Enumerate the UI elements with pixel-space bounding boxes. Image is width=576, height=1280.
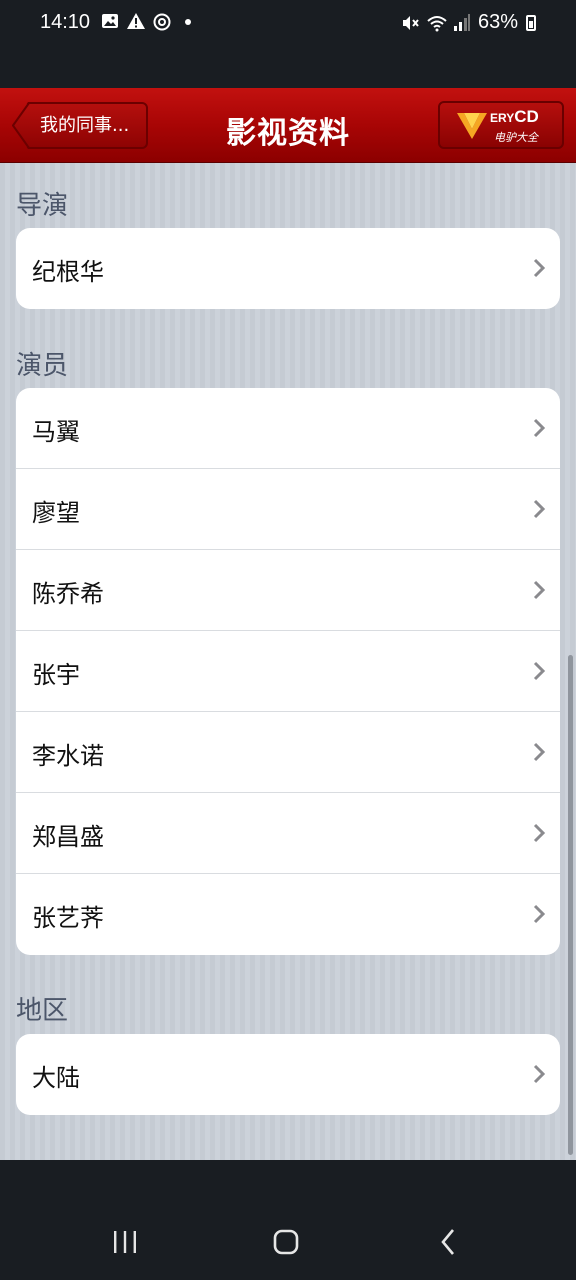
logo-text-ery: ERY (490, 111, 515, 125)
mute-icon (400, 13, 420, 33)
list-item[interactable]: 张艺荠 (16, 874, 560, 955)
logo-subtitle: 电驴大全 (494, 131, 538, 144)
home-icon[interactable] (272, 1227, 300, 1257)
list-item[interactable]: 大陆 (16, 1034, 560, 1115)
scrollbar[interactable] (568, 655, 573, 1155)
navbar: 我的同事... 影视资料 ERYCD 电驴大全 (0, 88, 576, 163)
list-item-label: 张宇 (32, 661, 80, 689)
list-item-label: 纪根华 (32, 258, 104, 286)
chevron-right-icon (533, 580, 546, 600)
dot-icon (178, 12, 198, 32)
chevron-right-icon (533, 823, 546, 843)
chevron-right-icon (533, 418, 546, 438)
chevron-right-icon (533, 1064, 546, 1084)
status-bar: 14:10 63% (0, 0, 576, 88)
recent-apps-icon[interactable] (112, 1227, 138, 1257)
battery-icon (526, 14, 536, 31)
signal-icon (452, 13, 472, 33)
warning-icon (126, 12, 146, 32)
chevron-right-icon (533, 661, 546, 681)
chevron-right-icon (533, 742, 546, 762)
section-header-region: 地区 (16, 996, 69, 1026)
list-item[interactable]: 纪根华 (16, 228, 560, 309)
verycd-logo-icon (457, 113, 487, 139)
list-item-label: 张艺荠 (32, 904, 104, 932)
list-item-label: 廖望 (32, 499, 80, 527)
list-item[interactable]: 张宇 (16, 631, 560, 712)
list-item-label: 陈乔希 (32, 580, 104, 608)
list-item[interactable]: 郑昌盛 (16, 793, 560, 874)
battery-text: 63% (477, 11, 518, 33)
chevron-right-icon (533, 258, 546, 278)
list-item[interactable]: 廖望 (16, 469, 560, 550)
section-header-actors: 演员 (16, 351, 69, 381)
list-item[interactable]: 陈乔希 (16, 550, 560, 631)
wifi-icon (426, 13, 447, 33)
notification-icons (100, 12, 198, 32)
logo-text: ERYCD (490, 107, 539, 127)
list-item[interactable]: 马翼 (16, 388, 560, 469)
list-item-label: 李水诺 (32, 742, 104, 770)
sync-icon (152, 12, 172, 32)
back-nav-icon[interactable] (438, 1227, 458, 1257)
system-icons: 63% (400, 11, 536, 34)
content-area[interactable]: 导演 纪根华 演员 马翼 廖望 陈乔希 张宇 李水诺 郑昌盛 张艺荠 地区 大陆 (0, 163, 576, 1160)
image-icon (100, 12, 120, 32)
status-time: 14:10 (40, 11, 91, 33)
director-group: 纪根华 (16, 228, 560, 309)
system-nav-bar (0, 1160, 576, 1280)
chevron-right-icon (533, 904, 546, 924)
actors-group: 马翼 廖望 陈乔希 张宇 李水诺 郑昌盛 张艺荠 (16, 388, 560, 955)
verycd-logo-button[interactable]: ERYCD 电驴大全 (438, 101, 564, 149)
list-item[interactable]: 李水诺 (16, 712, 560, 793)
region-group: 大陆 (16, 1034, 560, 1115)
chevron-right-icon (533, 499, 546, 519)
section-header-director: 导演 (16, 191, 69, 221)
list-item-label: 郑昌盛 (32, 823, 104, 851)
logo-text-cd: CD (514, 107, 539, 126)
list-item-label: 大陆 (32, 1064, 80, 1092)
list-item-label: 马翼 (32, 418, 80, 446)
